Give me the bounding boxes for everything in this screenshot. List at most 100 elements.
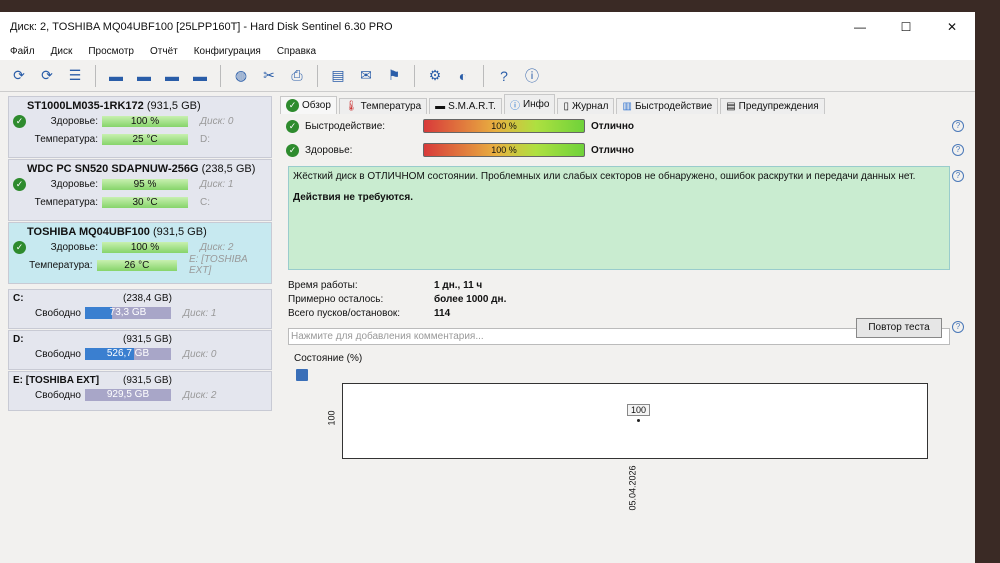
disk-size: (238,5 GB) xyxy=(201,163,256,175)
volume-item[interactable]: D: (931,5 GB) Свободно 526,7 GB Диск: 0 xyxy=(8,330,272,370)
disk-size: (931,5 GB) xyxy=(146,100,201,112)
free-bar: 929,5 GB xyxy=(85,389,171,401)
disk-number: Диск: 1 xyxy=(200,178,234,190)
smart-icon: ▬ xyxy=(435,101,446,112)
free-label: Свободно xyxy=(35,307,81,319)
app-window: Диск: 2, TOSHIBA MQ04UBF100 [25LPP160T] … xyxy=(0,12,975,563)
comment-input[interactable]: Нажмите для добавления комментария... xyxy=(288,328,950,345)
help-icon[interactable]: ? xyxy=(952,321,964,333)
disk-item[interactable]: ST1000LM035-1RK172 (931,5 GB) ✓ Здоровье:… xyxy=(8,96,272,158)
check-icon: ✓ xyxy=(13,177,26,191)
tab-alerts[interactable]: ▤ Предупреждения xyxy=(720,98,825,114)
info-icon: ⓘ xyxy=(509,101,520,112)
help-icon[interactable]: ? xyxy=(952,170,964,182)
sound-icon[interactable]: ◐ xyxy=(452,65,474,87)
volume-item[interactable]: C: (238,4 GB) Свободно 73,3 GB Диск: 1 xyxy=(8,289,272,329)
disk-item-selected[interactable]: TOSHIBA MQ04UBF100 (931,5 GB) ✓ Здоровье:… xyxy=(8,222,272,284)
retest-button[interactable]: Повтор теста xyxy=(856,318,942,338)
disk-name: TOSHIBA MQ04UBF100 xyxy=(27,226,150,238)
performance-rating: Отлично xyxy=(591,120,634,132)
info-icon[interactable]: ⓘ xyxy=(521,65,543,87)
tab-temperature[interactable]: 🌡 Температура xyxy=(338,98,428,114)
volume-letter: C: xyxy=(200,196,210,208)
health-label: Здоровье: xyxy=(50,115,98,127)
menu-report[interactable]: Отчёт xyxy=(150,46,178,57)
volume-size: (931,5 GB) xyxy=(123,334,172,345)
chart-title: Состояние (%) xyxy=(294,353,363,364)
temp-bar: 30 °C xyxy=(102,196,188,208)
volume-name: C: xyxy=(13,293,24,304)
disk-number: Диск: 2 xyxy=(183,389,217,401)
disk-search-icon[interactable]: ▬ xyxy=(189,65,211,87)
tab-info[interactable]: ⓘ Инфо xyxy=(503,94,556,114)
temp-bar: 26 °C xyxy=(96,259,177,271)
printer-icon[interactable]: ⎙ xyxy=(286,65,308,87)
minimize-button[interactable]: — xyxy=(837,20,883,34)
alerts-icon: ▤ xyxy=(726,101,736,112)
disk-name: WDC PC SN520 SDAPNUW-256G xyxy=(27,163,199,175)
globe-icon[interactable]: ◍ xyxy=(230,65,252,87)
menu-help[interactable]: Справка xyxy=(277,46,316,57)
temp-bar: 25 °C xyxy=(102,133,188,145)
help-icon[interactable]: ? xyxy=(493,65,515,87)
tab-performance[interactable]: ▥ Быстродействие xyxy=(616,98,719,114)
disk-name: ST1000LM035-1RK172 xyxy=(27,100,144,112)
health-row: ✓ Здоровье: 100 % Отлично ? xyxy=(280,138,970,162)
y-tick-label: 100 xyxy=(326,410,337,426)
remaining-label: Примерно осталось: xyxy=(288,294,384,305)
menu-config[interactable]: Конфигурация xyxy=(194,46,261,57)
help-icon[interactable]: ? xyxy=(952,144,964,156)
health-chart: Состояние (%) 100 100 05.04.2026 xyxy=(288,353,950,523)
report-icon[interactable]: ▤ xyxy=(327,65,349,87)
help-icon[interactable]: ? xyxy=(952,120,964,132)
health-bar: 100 % xyxy=(102,115,188,127)
details-panel: ✓ Обзор 🌡 Температура ▬ S.M.A.R.T. ⓘ Инфо ▯ Ж… xyxy=(280,94,970,561)
network-icon[interactable]: ⚑ xyxy=(383,65,405,87)
menu-disk[interactable]: Диск xyxy=(51,46,73,57)
menu-file[interactable]: Файл xyxy=(10,46,35,57)
disk-list-icon[interactable]: ☰ xyxy=(64,65,86,87)
health-bar: 95 % xyxy=(102,178,188,190)
free-bar: 73,3 GB xyxy=(85,307,171,319)
disk-check-icon[interactable]: ▬ xyxy=(161,65,183,87)
uptime-label: Время работы: xyxy=(288,280,358,291)
free-label: Свободно xyxy=(35,348,81,360)
refresh-warning-icon[interactable]: ⟳ xyxy=(36,65,58,87)
disk-number: Диск: 0 xyxy=(183,348,217,360)
temp-label: Температура: xyxy=(34,133,98,145)
tab-overview[interactable]: ✓ Обзор xyxy=(280,96,337,114)
maximize-button[interactable]: ☐ xyxy=(883,20,929,34)
volume-size: (238,4 GB) xyxy=(123,293,172,304)
menu-view[interactable]: Просмотр xyxy=(88,46,134,57)
disk-clock-icon[interactable]: ▬ xyxy=(133,65,155,87)
disk-icon[interactable]: ▬ xyxy=(105,65,127,87)
disk-number: Диск: 0 xyxy=(200,115,234,127)
uptime-value: 1 дн., 11 ч xyxy=(434,280,483,291)
gear-icon[interactable]: ⚙ xyxy=(424,65,446,87)
save-icon[interactable] xyxy=(296,369,308,381)
tab-log[interactable]: ▯ Журнал xyxy=(557,98,615,114)
check-icon: ✓ xyxy=(13,114,26,128)
temp-label: Температура: xyxy=(34,196,98,208)
volume-item[interactable]: E: [TOSHIBA EXT] (931,5 GB) Свободно 929,5… xyxy=(8,371,272,411)
check-icon: ✓ xyxy=(286,119,299,133)
check-icon: ✓ xyxy=(286,143,299,157)
remaining-value: более 1000 дн. xyxy=(434,294,507,305)
close-button[interactable]: ✕ xyxy=(929,20,975,34)
health-rating: Отлично xyxy=(591,144,634,156)
tools-icon[interactable]: ✂ xyxy=(258,65,280,87)
menu-bar: Файл Диск Просмотр Отчёт Конфигурация Сп… xyxy=(0,42,975,60)
email-icon[interactable]: ✉ xyxy=(355,65,377,87)
check-icon: ✓ xyxy=(286,99,299,112)
disk-number: Диск: 2 xyxy=(200,241,234,253)
data-point xyxy=(637,419,640,422)
chart-icon: ▥ xyxy=(622,101,632,112)
x-tick-label: 05.04.2026 xyxy=(627,465,638,511)
performance-row: ✓ Быстродействие: 100 % Отлично ? xyxy=(280,114,970,138)
action-text: Действия не требуются. xyxy=(293,192,413,203)
tab-smart[interactable]: ▬ S.M.A.R.T. xyxy=(429,98,502,114)
refresh-icon[interactable]: ⟳ xyxy=(8,65,30,87)
disk-item[interactable]: WDC PC SN520 SDAPNUW-256G (238,5 GB) ✓ Зд… xyxy=(8,159,272,221)
starts-value: 114 xyxy=(434,308,451,319)
temp-label: Температура: xyxy=(29,259,93,271)
